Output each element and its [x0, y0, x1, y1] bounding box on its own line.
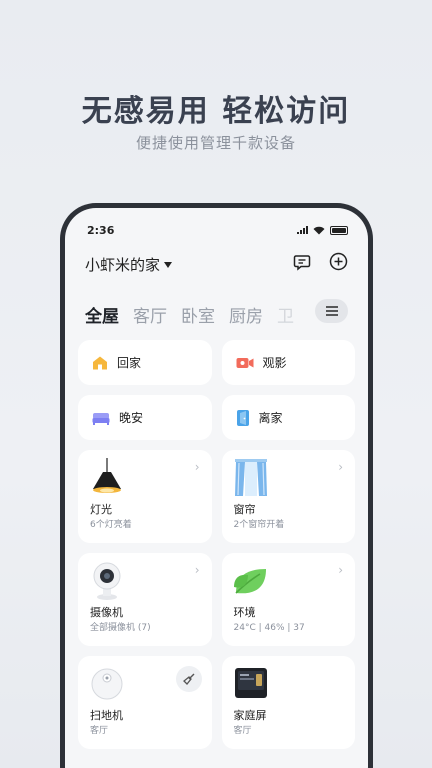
- scene-home[interactable]: 回家: [78, 340, 212, 385]
- device-card-home-display[interactable]: 家庭屏 客厅: [221, 656, 355, 749]
- smart-display-icon: [234, 668, 267, 698]
- camera-icon: [236, 357, 253, 368]
- tab-living-room[interactable]: 客厅: [133, 302, 167, 327]
- chevron-right-icon: ›: [194, 563, 200, 577]
- app-screen: 2:36 小虾米的家 全屋 客厅 卧室 厨房 卫 回家 观影 晚安 离家 › 灯…: [65, 208, 368, 768]
- message-icon: [293, 254, 310, 271]
- tab-menu-button[interactable]: [315, 299, 348, 323]
- signal-icon: [297, 226, 308, 234]
- device-name: 扫地机: [90, 709, 123, 722]
- chevron-down-icon: [164, 262, 173, 268]
- robot-vacuum-icon: [91, 668, 123, 700]
- pendant-lamp-icon: [93, 458, 121, 493]
- scene-label: 观影: [262, 356, 287, 370]
- device-name: 窗帘: [233, 503, 256, 516]
- device-name: 灯光: [90, 503, 112, 516]
- phone-frame: 2:36 小虾米的家 全屋 客厅 卧室 厨房 卫 回家 观影 晚安 离家 › 灯…: [60, 203, 373, 768]
- vacuum-start-button[interactable]: [175, 666, 202, 692]
- broom-icon: [182, 673, 194, 685]
- message-button[interactable]: [292, 252, 311, 271]
- device-status: 客厅: [233, 726, 252, 736]
- device-name: 摄像机: [90, 606, 123, 619]
- device-status: 2个窗帘开着: [233, 520, 285, 530]
- menu-icon: [325, 306, 338, 316]
- status-bar: 2:36: [87, 222, 348, 238]
- promo-headline: 无感易用 轻松访问: [81, 94, 351, 129]
- chevron-right-icon: ›: [338, 563, 343, 577]
- house-icon: [93, 356, 107, 369]
- door-icon: [236, 409, 249, 426]
- bed-icon: [92, 412, 110, 425]
- scene-movie[interactable]: 观影: [221, 340, 355, 385]
- promo-subline: 便捷使用管理千款设备: [135, 134, 296, 152]
- scene-label: 回家: [117, 356, 142, 370]
- security-camera-icon: [93, 562, 121, 600]
- scene-label: 离家: [258, 411, 283, 425]
- scene-label: 晚安: [119, 411, 144, 425]
- device-card-curtains[interactable]: › 窗帘 2个窗帘开着: [221, 450, 355, 543]
- device-name: 家庭屏: [233, 709, 267, 722]
- device-card-environment[interactable]: › 环境 24°C | 46% | 37: [221, 553, 355, 646]
- status-time: 2:36: [87, 223, 115, 237]
- device-name: 环境: [233, 606, 256, 619]
- scene-goodnight[interactable]: 晚安: [78, 395, 212, 440]
- device-status: 6个灯亮着: [90, 520, 132, 530]
- battery-icon: [330, 225, 348, 235]
- scene-leave-home[interactable]: 离家: [221, 395, 355, 440]
- device-status: 客厅: [90, 726, 109, 736]
- device-status: 全部摄像机 (7): [90, 623, 151, 633]
- wifi-icon: [313, 226, 325, 234]
- home-grid: 回家 观影 晚安 离家 › 灯光 6个灯亮着 › 窗帘 2个窗帘开着 › 摄像机…: [78, 340, 355, 749]
- home-title: 小虾米的家: [85, 256, 161, 274]
- tab-kitchen[interactable]: 厨房: [229, 302, 263, 327]
- curtain-icon: [234, 459, 267, 496]
- add-device-button[interactable]: [329, 252, 348, 271]
- home-selector[interactable]: 小虾米的家: [85, 254, 173, 275]
- tab-whole-house[interactable]: 全屋: [85, 302, 119, 327]
- tab-bedroom[interactable]: 卧室: [181, 302, 215, 327]
- device-card-lights[interactable]: › 灯光 6个灯亮着: [78, 450, 212, 543]
- room-tabs: 全屋 客厅 卧室 厨房 卫: [85, 302, 348, 327]
- chevron-right-icon: ›: [338, 460, 343, 474]
- chevron-right-icon: ›: [194, 460, 200, 474]
- device-card-robot-vacuum[interactable]: 扫地机 客厅: [78, 656, 212, 749]
- plus-circle-icon: [329, 252, 348, 271]
- tab-bathroom[interactable]: 卫: [277, 302, 294, 327]
- device-card-cameras[interactable]: › 摄像机 全部摄像机 (7): [78, 553, 212, 646]
- device-status: 24°C | 46% | 37: [233, 623, 305, 633]
- leaf-icon: [233, 569, 266, 594]
